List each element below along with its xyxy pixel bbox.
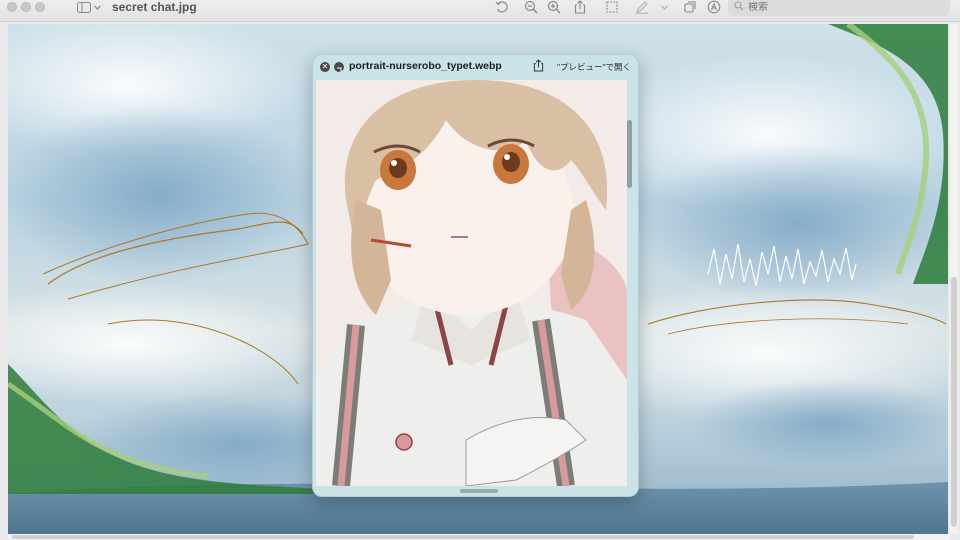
main-horizontal-scrollbar[interactable] [8, 534, 950, 540]
crop-icon[interactable] [605, 0, 619, 14]
chevron-down-icon[interactable] [93, 0, 101, 14]
window-icon[interactable] [683, 0, 697, 14]
document-title: secret chat.jpg [112, 0, 197, 14]
search-field[interactable] [728, 0, 950, 16]
window-toolbar: secret chat.jpg [0, 0, 960, 22]
resize-handle[interactable] [460, 489, 498, 493]
open-in-preview-button[interactable]: "プレビュー"で開く [557, 61, 631, 73]
portrait-image [316, 80, 627, 486]
annotate-icon[interactable] [706, 0, 722, 14]
search-icon [734, 0, 744, 16]
zoom-in-icon[interactable] [546, 0, 562, 14]
search-input[interactable] [748, 1, 928, 13]
quicklook-filename: portrait-nurserobo_typet.webp [349, 60, 502, 72]
quicklook-scrollbar-thumb[interactable] [627, 120, 632, 188]
minimize-window-button[interactable] [21, 2, 31, 12]
quicklook-header: ✕ portrait-nurserobo_typet.webp "プレビュー"で… [313, 55, 638, 79]
share-icon[interactable] [573, 0, 587, 14]
share-icon[interactable] [533, 59, 544, 77]
portrait-illustration [316, 80, 627, 486]
rotate-icon[interactable] [494, 0, 510, 14]
zoom-window-button[interactable] [35, 2, 45, 12]
scrollbar-thumb[interactable] [12, 535, 914, 539]
quicklook-panel: ✕ portrait-nurserobo_typet.webp "プレビュー"で… [312, 54, 639, 497]
scrollbar-thumb[interactable] [951, 277, 957, 527]
close-icon[interactable]: ✕ [320, 62, 330, 72]
markup-pen-icon[interactable] [634, 0, 650, 14]
zoom-out-icon[interactable] [523, 0, 539, 14]
sidebar-icon[interactable] [76, 0, 92, 14]
chevron-down-icon[interactable] [660, 0, 668, 14]
fullscreen-icon[interactable] [334, 62, 344, 72]
main-vertical-scrollbar[interactable] [950, 24, 958, 534]
close-window-button[interactable] [7, 2, 17, 12]
